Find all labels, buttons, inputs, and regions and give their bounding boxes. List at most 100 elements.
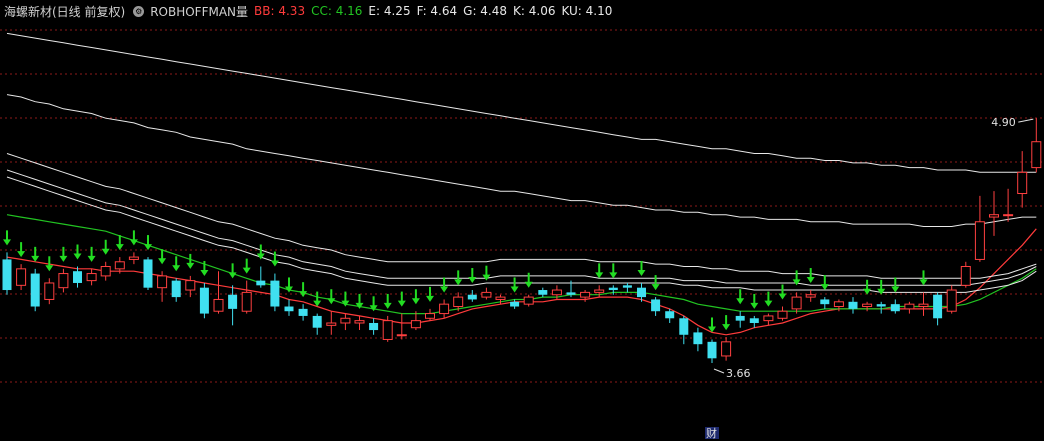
down-arrow-icon <box>383 302 392 309</box>
down-arrow-icon <box>524 281 533 288</box>
down-arrow-icon <box>270 260 279 267</box>
candle-body <box>777 310 788 319</box>
candle-body <box>453 296 464 308</box>
candle-body <box>510 301 520 307</box>
candle-body <box>410 320 421 329</box>
high-pointer <box>1018 118 1034 123</box>
candle-body <box>890 304 900 312</box>
candle-body <box>566 292 576 295</box>
down-arrow-icon <box>820 284 829 291</box>
down-arrow-icon <box>863 288 872 295</box>
candle-body <box>256 280 266 286</box>
candle-body <box>73 271 82 283</box>
candle-body <box>128 256 139 260</box>
low-pointer <box>713 368 725 374</box>
candle-body <box>580 291 591 298</box>
down-arrow-icon <box>158 258 167 265</box>
down-arrow-icon <box>891 286 900 293</box>
series-line-k <box>6 32 1037 173</box>
candle-body <box>44 282 55 300</box>
candle-body <box>228 294 238 309</box>
high-price-label: 4.90 <box>991 116 1016 129</box>
candlestick-chart[interactable]: 4.90 3.66 财 <box>0 0 1044 441</box>
candle-body <box>1003 214 1014 217</box>
series-line-e <box>6 176 1037 293</box>
candle-body <box>918 303 929 308</box>
down-arrow-icon <box>186 262 195 269</box>
down-arrow-icon <box>510 286 519 293</box>
candle-body <box>946 289 957 312</box>
down-arrow-icon <box>101 248 110 255</box>
down-arrow-icon <box>200 269 209 276</box>
candle-body <box>312 315 322 328</box>
candle-body <box>876 304 886 307</box>
candle-body <box>538 290 548 295</box>
down-arrow-icon <box>722 324 731 331</box>
event-tag[interactable]: 财 <box>706 426 717 440</box>
candle-body <box>1017 171 1028 195</box>
candle-body <box>651 299 661 312</box>
candle-body <box>439 303 450 315</box>
down-arrow-icon <box>637 269 646 276</box>
candle-body <box>763 315 774 322</box>
candle-body <box>467 294 477 300</box>
down-arrow-icon <box>778 293 787 300</box>
candle-body <box>354 320 365 324</box>
down-arrow-icon <box>764 300 773 307</box>
down-arrow-icon <box>115 244 124 251</box>
candle-body <box>396 334 407 337</box>
candle-body <box>791 296 802 310</box>
down-arrow-icon <box>327 298 336 305</box>
down-arrow-icon <box>750 302 759 309</box>
candle-body <box>270 280 280 307</box>
candle-body <box>974 221 985 260</box>
candle-body <box>594 289 605 293</box>
series-line-cc <box>6 214 1037 315</box>
candle-body <box>622 285 632 288</box>
candle-body <box>241 291 252 312</box>
candle-body <box>16 268 27 286</box>
down-arrow-icon <box>792 279 801 286</box>
down-arrow-icon <box>59 255 68 262</box>
down-arrow-icon <box>144 244 152 251</box>
candle-body <box>30 273 40 307</box>
down-arrow-icon <box>454 279 463 286</box>
candle-body <box>679 318 689 335</box>
down-arrow-icon <box>73 253 82 260</box>
candle-body <box>735 315 745 321</box>
down-arrow-icon <box>736 298 745 305</box>
down-arrow-icon <box>129 239 138 246</box>
down-arrow-icon <box>397 300 406 307</box>
down-arrow-icon <box>651 284 660 291</box>
candle-body <box>171 280 181 298</box>
candle-body <box>608 287 618 291</box>
down-arrow-icon <box>45 265 54 272</box>
candle-body <box>199 287 209 314</box>
candle-body <box>298 308 308 316</box>
candle-body <box>58 273 69 289</box>
down-arrow-icon <box>87 255 96 262</box>
candle-body <box>114 261 125 270</box>
candle-body <box>637 287 646 298</box>
down-arrow-icon <box>3 239 11 246</box>
down-arrow-icon <box>919 279 928 286</box>
candle-body <box>805 294 816 298</box>
candle-body <box>933 294 943 319</box>
candle-body <box>157 275 168 289</box>
down-arrow-icon <box>172 265 181 272</box>
candle-body <box>833 301 844 308</box>
candle-body <box>862 303 873 308</box>
candle-body <box>551 289 562 296</box>
candle-body <box>2 259 12 291</box>
candle-body <box>707 341 717 359</box>
candle-body <box>481 291 492 298</box>
candle-body <box>284 306 294 312</box>
down-arrow-icon <box>440 286 449 293</box>
down-arrow-icon <box>468 277 477 284</box>
candle-body <box>86 273 97 282</box>
candle-body <box>382 320 393 340</box>
candle-body <box>369 322 379 331</box>
candle-body <box>721 341 732 357</box>
candle-body <box>693 332 703 345</box>
down-arrow-icon <box>411 298 420 305</box>
